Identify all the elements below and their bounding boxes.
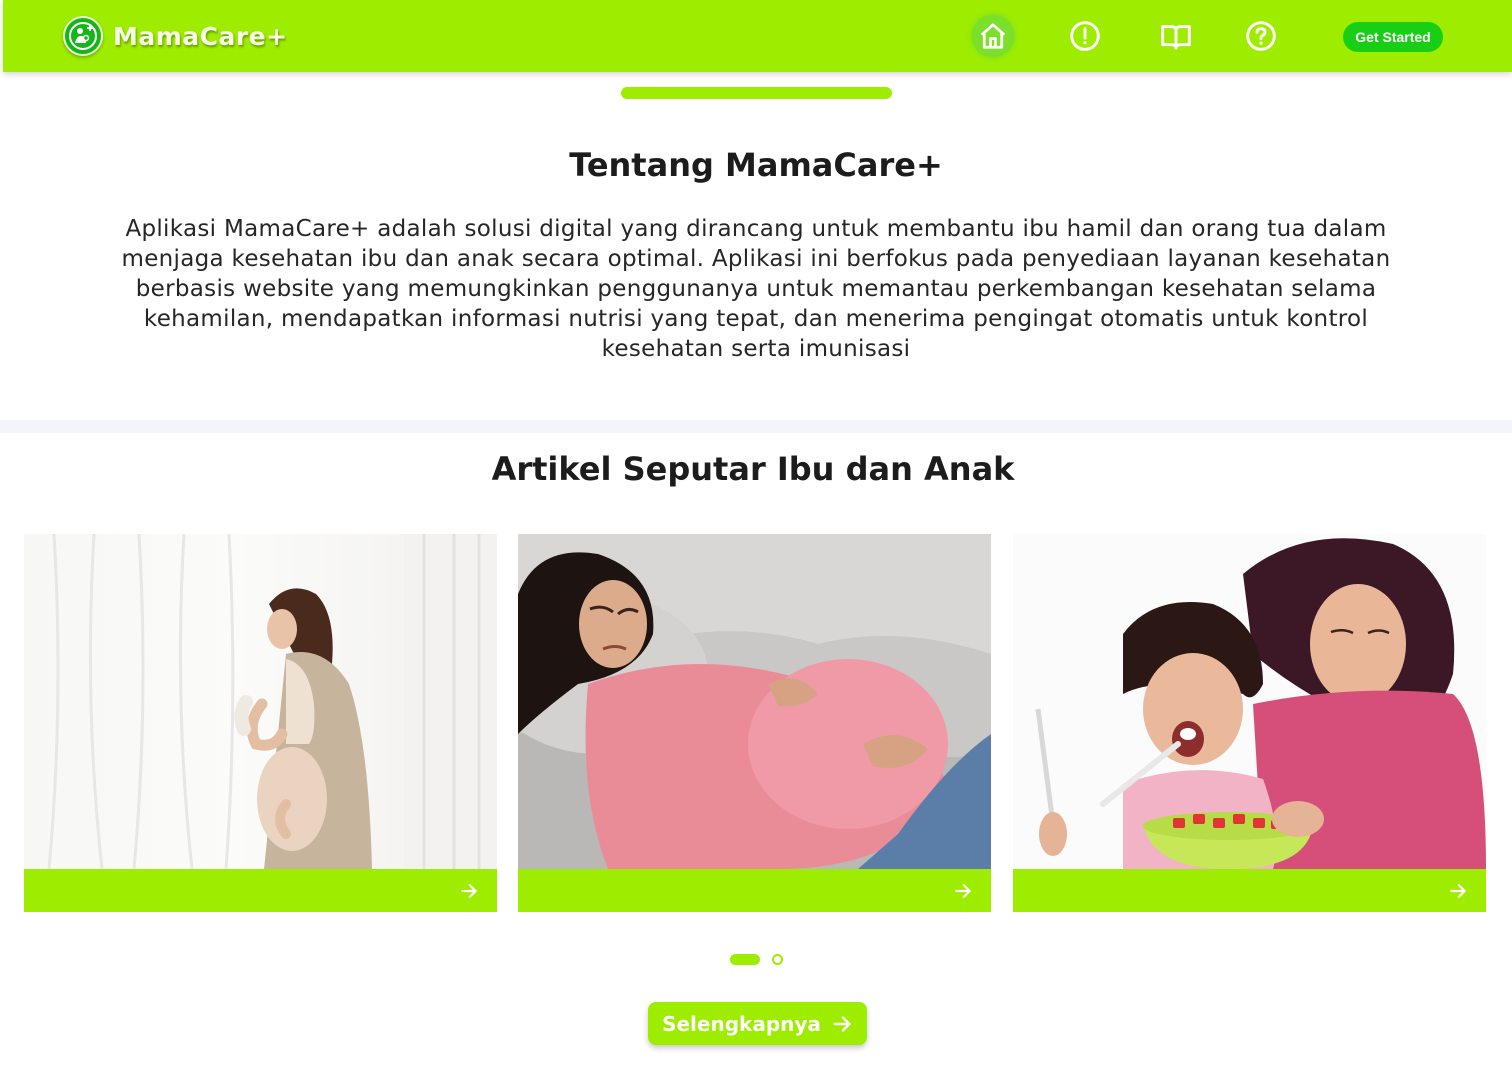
brand[interactable]: MamaCare+ [63,14,288,58]
alert-circle-icon [1070,21,1100,51]
arrow-right-icon [1450,883,1466,898]
top-navbar: MamaCare+ Get Started [3,0,1512,72]
article-card-footer[interactable] [24,869,497,912]
open-book-icon [1161,25,1191,50]
arrow-right-icon [955,883,971,898]
article-card-footer[interactable] [518,869,991,912]
carousel-dot[interactable] [772,954,783,965]
arrow-right-icon [833,1015,851,1032]
articles-title: Artikel Seputar Ibu dan Anak [491,450,1015,488]
mother-baby-logo-icon [63,16,103,56]
nav-help[interactable] [1241,16,1281,56]
article-card[interactable] [24,534,497,912]
get-started-button[interactable]: Get Started [1343,22,1443,52]
section-accent-bar [621,87,892,99]
carousel-pagination [730,954,783,965]
carousel-dot-active[interactable] [730,954,760,965]
pregnant-woman-in-pain-on-sofa-photo [518,534,991,869]
pregnant-woman-by-window-photo [24,534,497,869]
nav-home[interactable] [973,16,1013,56]
nav-articles[interactable] [1156,16,1196,56]
article-card[interactable] [1013,534,1486,912]
section-divider [0,420,1512,433]
article-card[interactable] [518,534,991,912]
about-title: Tentang MamaCare+ [569,146,943,184]
home-icon [980,23,1006,49]
nav-alert[interactable] [1065,16,1105,56]
article-card-footer[interactable] [1013,869,1486,912]
see-more-button[interactable]: Selengkapnya [648,1002,867,1045]
see-more-label: Selengkapnya [662,1011,821,1036]
arrow-right-icon [461,883,477,898]
mother-and-daughter-eating-photo [1013,534,1486,869]
help-circle-icon [1246,21,1276,51]
brand-name: MamaCare+ [113,21,288,51]
about-description: Aplikasi MamaCare+ adalah solusi digital… [121,216,1391,362]
